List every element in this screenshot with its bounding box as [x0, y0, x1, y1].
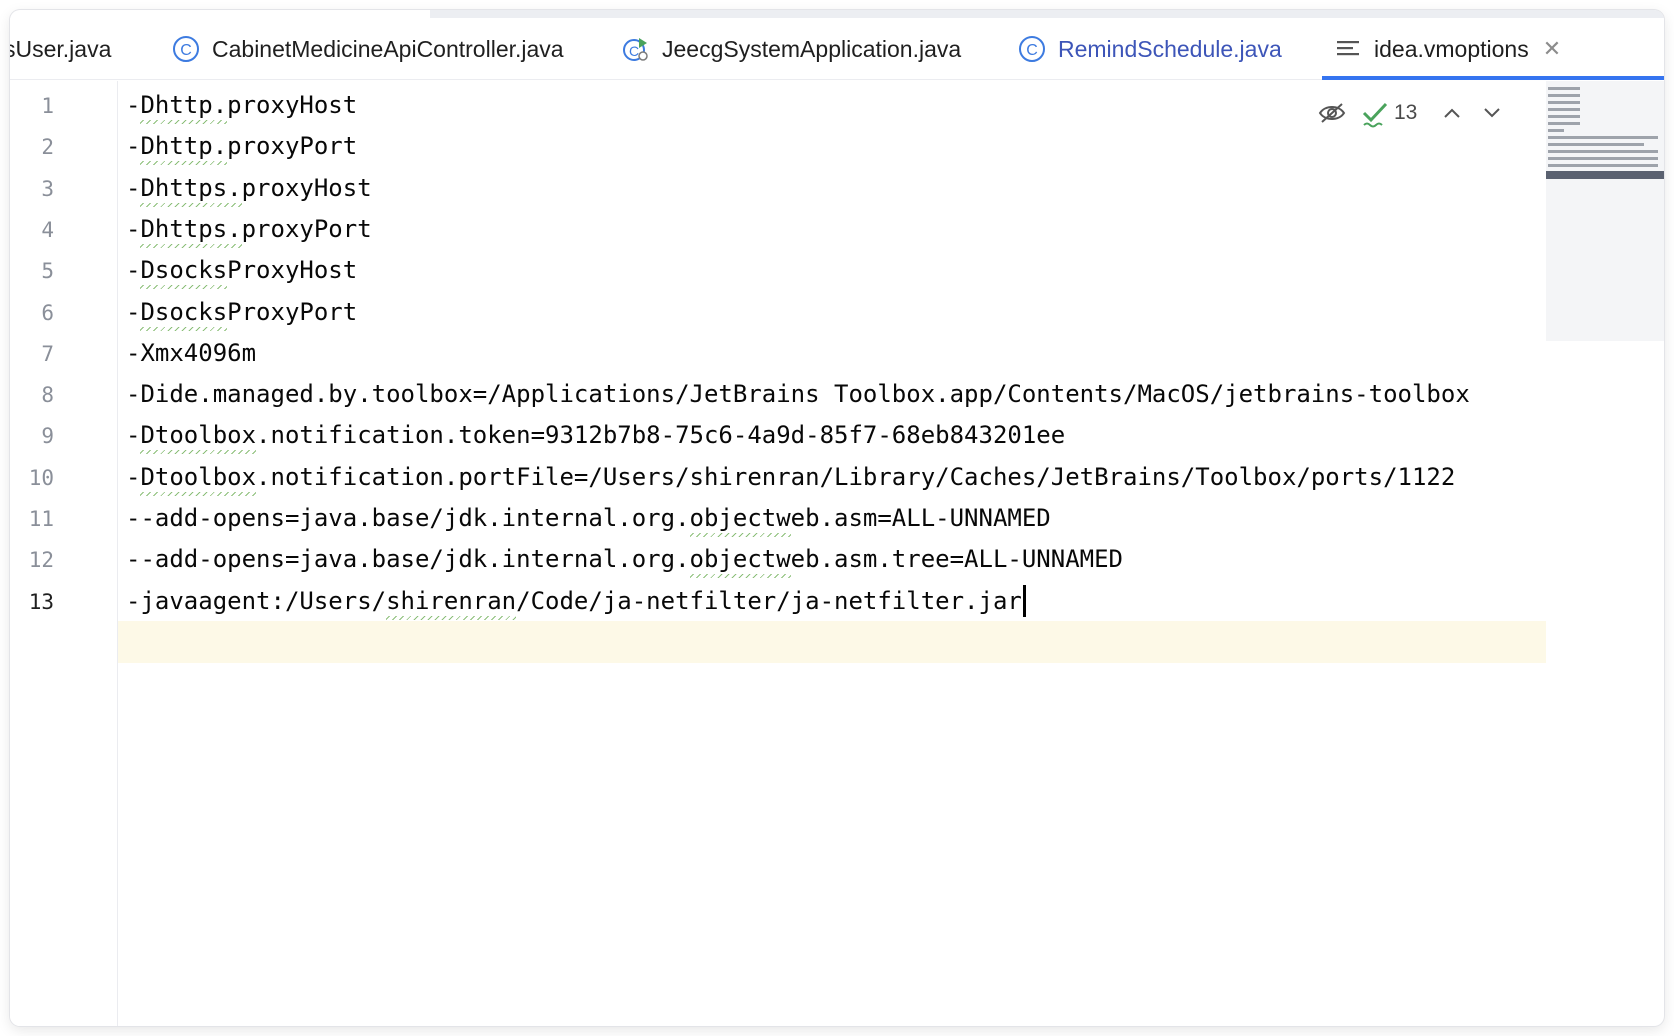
spelling-squiggle	[140, 491, 257, 496]
editor-tab-bar: sUser.java C CabinetMedicineApiControlle…	[10, 18, 1664, 80]
code-line[interactable]: -Dhttps.proxyHost	[126, 173, 372, 203]
tab-sysuser[interactable]: sUser.java	[10, 18, 111, 80]
spelling-squiggle	[140, 285, 228, 290]
code-line[interactable]: -Dtoolbox.notification.portFile=/Users/s…	[126, 462, 1455, 492]
code-line[interactable]: --add-opens=java.base/jdk.internal.org.o…	[126, 503, 1051, 533]
minimap-line	[1548, 164, 1658, 167]
line-number: 10	[28, 465, 54, 490]
spelling-squiggle	[689, 574, 791, 579]
line-number: 3	[41, 176, 54, 201]
minimap[interactable]	[1546, 81, 1664, 341]
spelling-squiggle	[140, 120, 228, 124]
spelling-squiggle	[140, 326, 228, 331]
line-number: 9	[41, 424, 54, 449]
minimap-line	[1548, 108, 1580, 111]
text-caret	[1022, 584, 1026, 617]
tab-jeecg-system-application[interactable]: C JeecgSystemApplication.java	[622, 18, 961, 80]
code-line[interactable]: --add-opens=java.base/jdk.internal.org.o…	[126, 544, 1123, 574]
text-file-icon	[1334, 35, 1362, 63]
code-area[interactable]: -Dhttp.proxyHost -Dhttp.proxyPort -Dhttps.…	[124, 81, 1546, 1026]
spelling-squiggle	[140, 450, 257, 455]
spelling-squiggle	[386, 615, 517, 620]
line-number: 2	[41, 135, 54, 160]
minimap-line	[1548, 94, 1580, 97]
code-line[interactable]: -Xmx4096m	[126, 338, 256, 368]
spelling-squiggle	[689, 533, 791, 537]
code-line[interactable]: -Dhttp.proxyPort	[126, 131, 357, 161]
inspection-passed-icon[interactable]	[1360, 98, 1390, 128]
code-line[interactable]: -Dtoolbox.notification.token=9312b7b8-75…	[126, 420, 1065, 450]
code-editor[interactable]: 1 2 3 4 5 6 7 8 9 10 11 12 13 -Dhttp.proxyHost -Dhttp…	[10, 81, 1664, 1026]
tab-label: idea.vmoptions	[1374, 35, 1529, 62]
minimap-line	[1548, 115, 1580, 118]
line-number: 8	[41, 383, 54, 408]
spring-boot-run-icon: C	[622, 35, 650, 63]
line-number: 4	[41, 217, 54, 242]
svg-text:C: C	[629, 43, 639, 59]
minimap-current-line	[1546, 171, 1664, 179]
code-line[interactable]: -Dhttp.proxyHost	[126, 90, 357, 120]
previous-highlight-icon[interactable]	[1437, 106, 1467, 120]
minimap-line	[1548, 157, 1658, 160]
minimap-line	[1548, 87, 1580, 90]
tab-label: RemindSchedule.java	[1058, 35, 1282, 62]
minimap-line	[1548, 101, 1580, 104]
tab-label: sUser.java	[10, 35, 112, 62]
line-number: 7	[41, 341, 54, 366]
minimap-line	[1548, 136, 1658, 139]
line-number: 13	[28, 589, 54, 614]
code-line[interactable]: -DsocksProxyPort	[126, 297, 357, 327]
svg-text:C: C	[1026, 42, 1038, 59]
minimap-line	[1548, 129, 1564, 132]
line-number: 1	[41, 94, 54, 118]
line-number: 5	[41, 259, 54, 284]
tab-cabinet-medicine-controller[interactable]: C CabinetMedicineApiController.java	[172, 18, 564, 80]
reader-mode-icon[interactable]	[1310, 101, 1354, 125]
line-number: 12	[28, 548, 54, 573]
tab-remind-schedule[interactable]: C RemindSchedule.java	[1018, 18, 1282, 80]
minimap-line	[1548, 143, 1644, 146]
java-class-icon: C	[1018, 35, 1046, 63]
java-class-icon: C	[172, 35, 200, 63]
code-line[interactable]: -Dhttps.proxyPort	[126, 214, 372, 244]
title-strip	[430, 10, 1664, 18]
spelling-squiggle	[140, 161, 228, 166]
spelling-squiggle	[140, 243, 242, 248]
next-highlight-icon[interactable]	[1477, 106, 1507, 120]
close-tab-icon[interactable]: ✕	[1543, 36, 1561, 62]
tab-idea-vmoptions[interactable]: idea.vmoptions ✕	[1322, 18, 1664, 80]
svg-text:C: C	[180, 42, 192, 59]
spelling-squiggle	[140, 202, 242, 207]
tab-label: CabinetMedicineApiController.java	[212, 35, 564, 62]
inspection-count: 13	[1394, 101, 1418, 124]
code-line[interactable]: -Dide.managed.by.toolbox=/Applications/J…	[126, 379, 1470, 409]
inspection-widget: 13	[1310, 98, 1507, 128]
line-number: 6	[41, 300, 54, 325]
editor-window: sUser.java C CabinetMedicineApiControlle…	[10, 10, 1664, 1026]
minimap-line	[1548, 122, 1580, 125]
code-line[interactable]: -javaagent:/Users/shirenran/Code/ja-netf…	[126, 586, 1022, 616]
tab-label: JeecgSystemApplication.java	[662, 35, 962, 62]
line-number-gutter: 1 2 3 4 5 6 7 8 9 10 11 12 13	[10, 81, 118, 1026]
minimap-line	[1548, 150, 1658, 153]
code-line[interactable]: -DsocksProxyHost	[126, 255, 357, 285]
line-number: 11	[28, 507, 54, 531]
